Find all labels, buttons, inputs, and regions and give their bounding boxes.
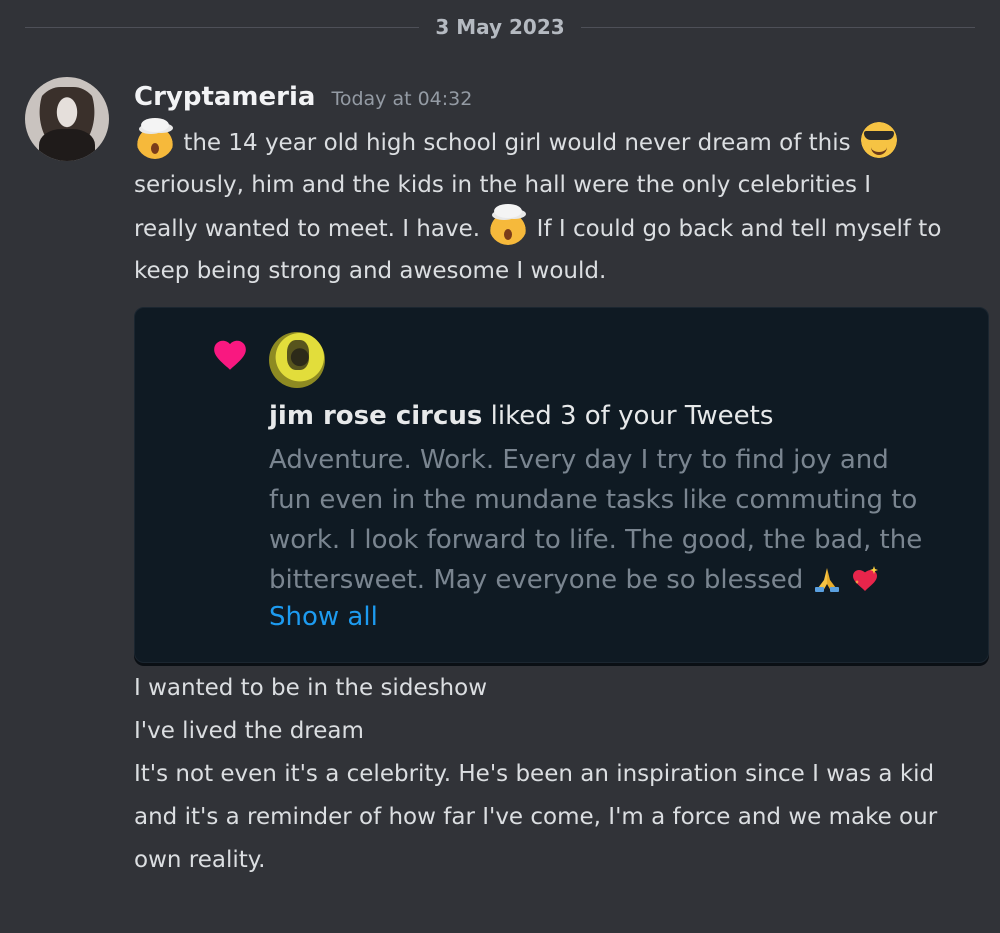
chat-view: 3 May 2023 Cryptameria Today at 04:32 th… bbox=[0, 0, 1000, 933]
avatar-body bbox=[39, 129, 95, 161]
message-line-3: really wanted to meet. I have. If I coul… bbox=[134, 204, 984, 251]
tweet-line-2: fun even in the mundane tasks like commu… bbox=[269, 485, 918, 515]
date-divider: 3 May 2023 bbox=[25, 10, 976, 44]
divider-line-right bbox=[580, 26, 976, 28]
message-line-1: the 14 year old high school girl would n… bbox=[134, 118, 984, 165]
sunglasses-face-icon[interactable] bbox=[859, 121, 898, 159]
liker-avatar bbox=[269, 332, 325, 388]
sparkling-heart-icon bbox=[852, 566, 878, 591]
show-all-link[interactable]: Show all bbox=[269, 602, 378, 632]
folded-hands-icon bbox=[814, 568, 839, 592]
heart-icon bbox=[214, 340, 246, 370]
followup-line-3: It's not even it's a celebrity. He's bee… bbox=[134, 761, 935, 787]
message-header: Cryptameria Today at 04:32 bbox=[134, 82, 472, 112]
exploding-head-icon[interactable] bbox=[489, 204, 528, 245]
followup-line-1: I wanted to be in the sideshow bbox=[134, 675, 488, 701]
message-text: If I could go back and tell myself to bbox=[536, 216, 942, 242]
followup-line-4: and it's a reminder of how far I've come… bbox=[134, 804, 938, 830]
tweet-line-1: Adventure. Work. Every day I try to find… bbox=[269, 445, 889, 475]
followup-line-5: own reality. bbox=[134, 847, 266, 873]
tweet-text: Adventure. Work. Every day I try to find… bbox=[269, 440, 969, 600]
liker-name: jim rose circus bbox=[269, 401, 483, 431]
message-line-2: seriously, him and the kids in the hall … bbox=[134, 172, 872, 198]
image-attachment[interactable]: jim rose circus liked 3 of your Tweets A… bbox=[134, 307, 989, 663]
tweet-text-line: bittersweet. May everyone be so blessed bbox=[269, 565, 804, 595]
liked-text: liked 3 of your Tweets bbox=[482, 401, 774, 431]
exploding-head-icon[interactable] bbox=[136, 118, 174, 159]
message-line-4: keep being strong and awesome I would. bbox=[134, 258, 607, 284]
message-timestamp[interactable]: Today at 04:32 bbox=[331, 88, 472, 110]
tweet-line-3: work. I look forward to life. The good, … bbox=[269, 525, 923, 555]
username[interactable]: Cryptameria bbox=[134, 82, 315, 112]
user-avatar[interactable] bbox=[25, 77, 109, 161]
followup-line-2: I've lived the dream bbox=[134, 718, 364, 744]
message-text: really wanted to meet. I have. bbox=[134, 216, 481, 242]
like-notification: jim rose circus liked 3 of your Tweets bbox=[269, 401, 773, 431]
tweet-line-4: bittersweet. May everyone be so blessed bbox=[269, 560, 969, 600]
divider-line-left bbox=[25, 26, 420, 28]
divider-date: 3 May 2023 bbox=[435, 15, 565, 39]
message-text: the 14 year old high school girl would n… bbox=[183, 130, 851, 156]
